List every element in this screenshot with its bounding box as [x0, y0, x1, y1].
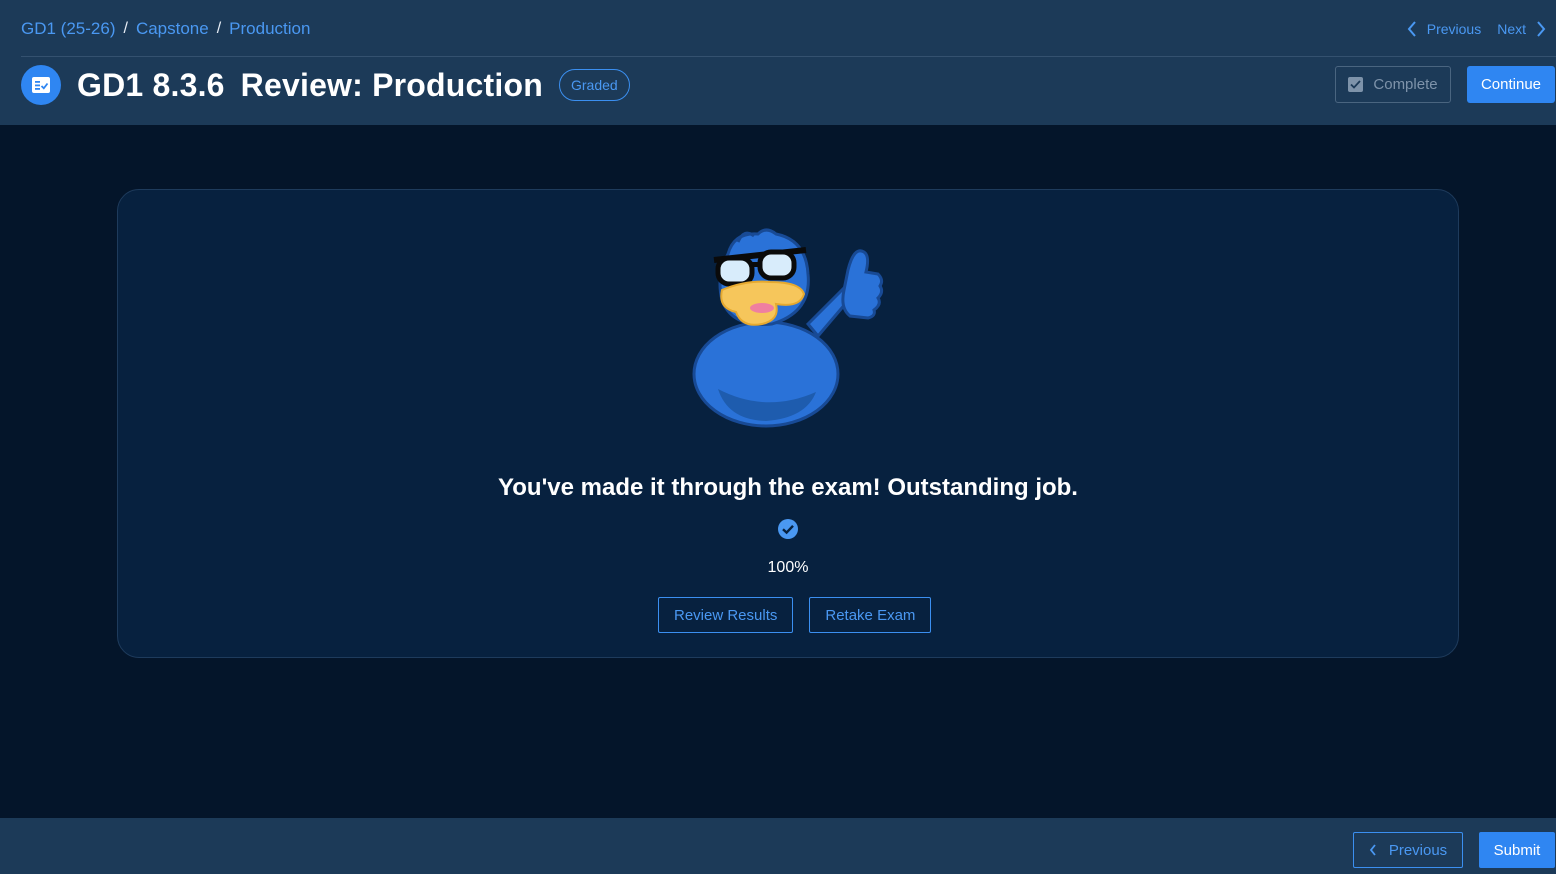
review-results-button[interactable]: Review Results — [658, 597, 794, 633]
lesson-code: GD1 8.3.6 — [77, 66, 225, 103]
complete-label: Complete — [1373, 76, 1438, 93]
complete-button[interactable]: Complete — [1335, 66, 1451, 103]
score-value: 100% — [767, 559, 809, 576]
chevron-left-icon — [1369, 844, 1376, 856]
breadcrumb-lesson[interactable]: Production — [229, 19, 310, 39]
submit-button[interactable]: Submit — [1479, 832, 1555, 868]
duck-mascot — [692, 228, 884, 428]
header-divider — [21, 56, 1556, 57]
top-next-button[interactable]: Next — [1497, 21, 1546, 37]
continue-button[interactable]: Continue — [1467, 66, 1555, 103]
top-navigation: Previous Next — [1407, 18, 1546, 40]
exam-result-card: You've made it through the exam! Outstan… — [117, 189, 1459, 658]
check-circle-icon — [778, 519, 798, 539]
result-message: You've made it through the exam! Outstan… — [498, 474, 1078, 501]
breadcrumb-course[interactable]: GD1 (25-26) — [21, 19, 115, 39]
top-header: GD1 (25-26) / Capstone / Production Prev… — [0, 0, 1556, 125]
top-previous-label: Previous — [1426, 21, 1482, 37]
assignment-check-icon — [21, 65, 61, 105]
checkbox-icon — [1348, 77, 1364, 92]
breadcrumb-separator: / — [216, 20, 222, 37]
result-actions: Review Results Retake Exam — [658, 597, 932, 633]
graded-badge: Graded — [558, 69, 630, 101]
footer-previous-button[interactable]: Previous — [1353, 832, 1463, 868]
breadcrumb: GD1 (25-26) / Capstone / Production — [21, 18, 310, 40]
breadcrumb-separator: / — [123, 20, 128, 37]
breadcrumb-unit[interactable]: Capstone — [136, 19, 209, 39]
top-previous-button[interactable]: Previous — [1407, 21, 1481, 37]
chevron-left-icon — [1407, 21, 1416, 37]
footer-previous-label: Previous — [1388, 841, 1448, 859]
retake-exam-button[interactable]: Retake Exam — [809, 597, 932, 633]
page-title-row: GD1 8.3.6 Review: Production Graded — [21, 65, 630, 105]
chevron-right-icon — [1537, 21, 1546, 37]
lesson-title: Review: Production — [240, 66, 543, 103]
top-next-label: Next — [1497, 21, 1526, 37]
bottom-bar: Previous Submit — [0, 818, 1556, 874]
page-title: GD1 8.3.6 Review: Production — [77, 67, 543, 104]
